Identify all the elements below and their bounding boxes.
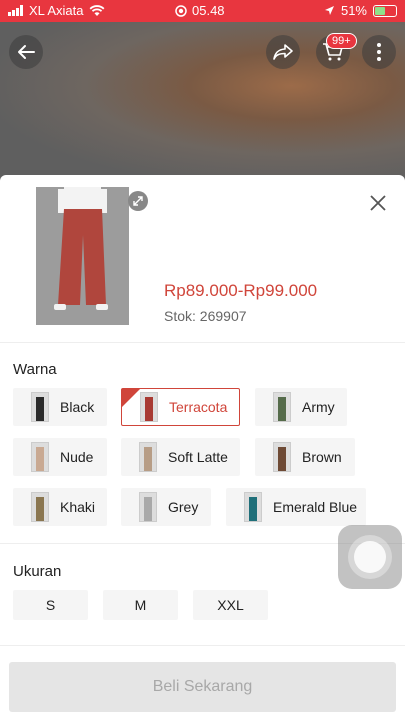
buy-now-button[interactable]: Beli Sekarang bbox=[9, 662, 396, 712]
assistive-touch-button[interactable] bbox=[338, 525, 402, 589]
variant-label: Soft Latte bbox=[168, 449, 228, 465]
variant-label: Army bbox=[302, 399, 335, 415]
variant-chip-terracota[interactable]: ✓ Terracota bbox=[121, 388, 240, 426]
variant-chip-khaki[interactable]: Khaki bbox=[13, 488, 107, 526]
swatch-thumbnail bbox=[139, 492, 157, 522]
divider bbox=[0, 342, 405, 343]
status-bar: XL Axiata 05.48 51% bbox=[0, 0, 405, 22]
cart-count-badge: 99+ bbox=[326, 33, 357, 49]
share-button[interactable] bbox=[266, 35, 300, 69]
divider bbox=[0, 645, 405, 646]
battery-percent: 51% bbox=[340, 3, 367, 18]
color-section-title: Warna bbox=[13, 361, 57, 378]
swatch-thumbnail bbox=[139, 442, 157, 472]
variant-label: Black bbox=[60, 399, 95, 415]
variant-chip-nude[interactable]: Nude bbox=[13, 438, 107, 476]
stock-count: Stok: 269907 bbox=[164, 308, 247, 324]
carrier-label: XL Axiata bbox=[29, 3, 84, 18]
variant-label: Emerald Blue bbox=[273, 499, 358, 515]
share-icon bbox=[273, 44, 293, 60]
battery-icon bbox=[373, 4, 397, 17]
variant-chip-black[interactable]: Black bbox=[13, 388, 107, 426]
swatch-thumbnail bbox=[31, 492, 49, 522]
status-right: 51% bbox=[324, 3, 397, 18]
variant-chip-soft-latte[interactable]: Soft Latte bbox=[121, 438, 240, 476]
swatch-thumbnail bbox=[244, 492, 262, 522]
swatch-thumbnail bbox=[31, 442, 49, 472]
expand-image-icon[interactable] bbox=[128, 191, 148, 211]
variant-label: Khaki bbox=[60, 499, 96, 515]
swatch-thumbnail bbox=[140, 392, 158, 422]
back-arrow-icon bbox=[18, 45, 35, 59]
variant-chip-brown[interactable]: Brown bbox=[255, 438, 355, 476]
status-left: XL Axiata bbox=[8, 3, 105, 18]
product-image bbox=[36, 187, 129, 325]
selected-check-icon: ✓ bbox=[122, 389, 140, 417]
wifi-icon bbox=[90, 4, 105, 16]
variant-bottom-sheet: Rp89.000-Rp99.000 Stok: 269907 Warna Bla… bbox=[0, 175, 405, 720]
variant-label: Terracota bbox=[169, 399, 228, 415]
swatch-thumbnail bbox=[273, 392, 291, 422]
variant-chip-emerald-blue[interactable]: Emerald Blue bbox=[226, 488, 366, 526]
variant-label: Grey bbox=[168, 499, 199, 515]
size-section-title: Ukuran bbox=[13, 563, 62, 580]
swatch-thumbnail bbox=[273, 442, 291, 472]
location-arrow-icon bbox=[324, 6, 334, 15]
signal-icon bbox=[8, 5, 23, 16]
price-range: Rp89.000-Rp99.000 bbox=[164, 281, 318, 300]
more-options-button[interactable] bbox=[362, 35, 396, 69]
size-chip-m[interactable]: M bbox=[103, 590, 178, 620]
more-vertical-icon bbox=[377, 43, 381, 61]
variant-label: Nude bbox=[60, 449, 94, 465]
battery-fill bbox=[375, 6, 386, 15]
status-center: 05.48 bbox=[175, 3, 225, 18]
clock: 05.48 bbox=[192, 3, 225, 18]
back-button[interactable] bbox=[9, 35, 43, 69]
size-chip-s[interactable]: S bbox=[13, 590, 88, 620]
product-thumbnail[interactable] bbox=[36, 187, 129, 325]
close-icon[interactable] bbox=[366, 191, 390, 215]
variant-chip-grey[interactable]: Grey bbox=[121, 488, 211, 526]
variant-chip-army[interactable]: Army bbox=[255, 388, 347, 426]
size-chip-xxl[interactable]: XXL bbox=[193, 590, 268, 620]
screen-record-icon bbox=[175, 4, 187, 17]
swatch-thumbnail bbox=[31, 392, 49, 422]
variant-label: Brown bbox=[302, 449, 342, 465]
